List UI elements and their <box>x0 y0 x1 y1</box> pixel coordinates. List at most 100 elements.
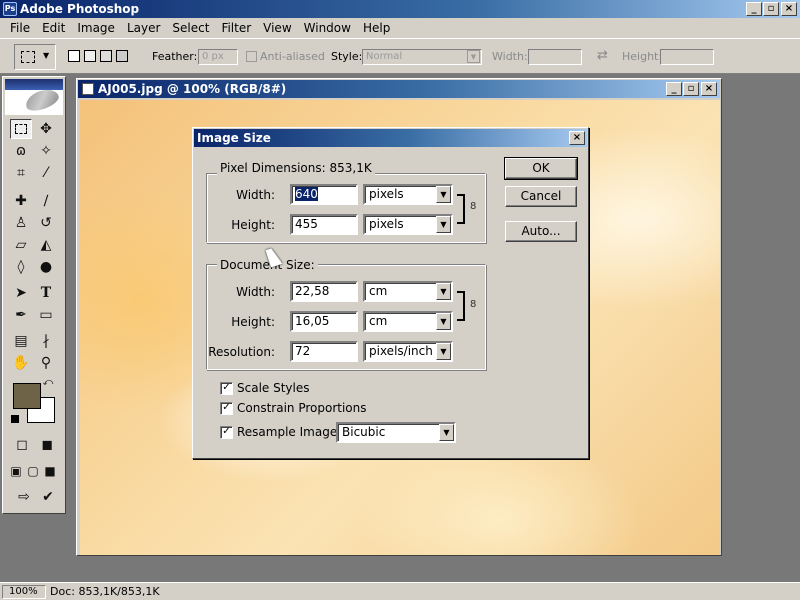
burn-tool-icon[interactable]: ● <box>35 257 57 277</box>
menu-edit[interactable]: Edit <box>36 21 71 35</box>
doc-width-input[interactable]: 22,58 <box>290 281 358 302</box>
height-label: Height: <box>622 50 663 63</box>
doc-width-unit: cm <box>369 284 388 298</box>
ok-button[interactable]: OK <box>504 157 578 180</box>
chain-link-icon: 8 <box>470 201 477 212</box>
blur-tool-icon[interactable]: ◊ <box>10 257 32 277</box>
standard-mode-icon[interactable]: ◻ <box>11 435 33 455</box>
feather-logo-icon <box>22 85 62 115</box>
menu-window[interactable]: Window <box>298 21 357 35</box>
doc-height-value: 16,05 <box>295 314 330 328</box>
quick-mask-mode-icon[interactable]: ◼ <box>36 435 58 455</box>
doc-height-unit: cm <box>369 314 388 328</box>
notes-tool-icon[interactable]: ▤ <box>10 331 32 351</box>
resolution-unit-select[interactable]: pixels/inch ▼ <box>363 341 453 362</box>
tool-preset-picker[interactable]: ▼ <box>14 44 56 70</box>
resolution-input[interactable]: 72 <box>290 341 358 362</box>
scale-styles-checkbox[interactable]: ✓ <box>220 382 233 395</box>
menu-help[interactable]: Help <box>357 21 396 35</box>
jump-to-imageready-icon[interactable]: ⇨ <box>11 487 37 507</box>
chevron-down-icon: ▼ <box>436 186 451 203</box>
menu-view[interactable]: View <box>257 21 297 35</box>
close-button[interactable]: × <box>781 2 797 16</box>
width-input[interactable] <box>528 49 582 65</box>
swap-arrows-icon[interactable]: ⇄ <box>597 48 608 63</box>
path-selection-tool-icon[interactable]: ➤ <box>10 283 32 303</box>
doc-close-button[interactable]: × <box>701 82 717 96</box>
clone-stamp-tool-icon[interactable]: ♙ <box>10 213 32 233</box>
brush-tool-icon[interactable]: ∕ <box>35 191 57 211</box>
resample-method-value: Bicubic <box>342 425 386 439</box>
scale-styles-label: Scale Styles <box>237 381 310 395</box>
resample-image-checkbox[interactable]: ✓ <box>220 426 233 439</box>
doc-minimize-button[interactable]: _ <box>666 82 682 96</box>
resolution-label: Resolution: <box>208 345 275 359</box>
doc-height-label: Height: <box>231 315 275 329</box>
pen-tool-icon[interactable]: ✒ <box>10 305 32 325</box>
status-bar: 100% Doc: 853,1K/853,1K <box>0 582 800 600</box>
app-title: Adobe Photoshop <box>20 2 140 16</box>
magic-wand-tool-icon[interactable]: ✧ <box>35 141 57 161</box>
style-label: Style: <box>331 50 363 63</box>
pixel-width-unit-select[interactable]: pixels ▼ <box>363 184 453 205</box>
restore-button[interactable]: ▫ <box>763 2 779 16</box>
dialog-close-button[interactable]: × <box>569 131 585 145</box>
height-input[interactable] <box>660 49 714 65</box>
lasso-tool-icon[interactable]: ɷ <box>10 141 32 161</box>
crop-tool-icon[interactable]: ⌗ <box>10 163 32 183</box>
move-tool-icon[interactable]: ✥ <box>35 119 57 139</box>
edit-in-imageready-icon[interactable]: ✔ <box>37 487 59 507</box>
pixel-width-value: 640 <box>295 187 318 201</box>
menu-select[interactable]: Select <box>166 21 215 35</box>
options-bar: ▼ Feather: 0 px Anti-aliased Style: Norm… <box>0 38 800 74</box>
doc-height-unit-select[interactable]: cm ▼ <box>363 311 453 332</box>
subtract-from-selection-icon[interactable] <box>100 50 112 62</box>
doc-height-input[interactable]: 16,05 <box>290 311 358 332</box>
zoom-tool-icon[interactable]: ⚲ <box>35 353 57 373</box>
pixel-height-label: Height: <box>231 218 275 232</box>
feather-input[interactable]: 0 px <box>198 49 238 65</box>
menu-filter[interactable]: Filter <box>215 21 257 35</box>
rectangle-tool-icon[interactable]: ▭ <box>35 305 57 325</box>
healing-brush-tool-icon[interactable]: ✚ <box>10 191 32 211</box>
chevron-down-icon: ▼ <box>43 51 50 60</box>
resample-image-label: Resample Image: <box>237 425 342 439</box>
pixel-width-unit: pixels <box>369 187 404 201</box>
doc-maximize-button[interactable]: ▫ <box>683 82 699 96</box>
eraser-tool-icon[interactable]: ▱ <box>10 235 32 255</box>
pixel-height-input[interactable]: 455 <box>290 214 358 235</box>
menu-layer[interactable]: Layer <box>121 21 166 35</box>
constrain-proportions-checkbox[interactable]: ✓ <box>220 402 233 415</box>
doc-width-unit-select[interactable]: cm ▼ <box>363 281 453 302</box>
document-title: AJ005.jpg @ 100% (RGB/8#) <box>98 82 287 96</box>
style-select[interactable]: Normal ▼ <box>362 49 482 65</box>
eyedropper-tool-icon[interactable]: ∤ <box>35 331 57 351</box>
pixel-width-label: Width: <box>236 188 275 202</box>
pixel-height-unit-select[interactable]: pixels ▼ <box>363 214 453 235</box>
add-to-selection-icon[interactable] <box>84 50 96 62</box>
paint-bucket-tool-icon[interactable]: ◭ <box>35 235 57 255</box>
menu-image[interactable]: Image <box>71 21 121 35</box>
history-brush-tool-icon[interactable]: ↺ <box>35 213 57 233</box>
type-tool-icon[interactable]: T <box>35 283 57 303</box>
menu-file[interactable]: File <box>4 21 36 35</box>
slice-tool-icon[interactable]: ⁄ <box>35 163 57 183</box>
anti-aliased-checkbox[interactable] <box>246 51 257 62</box>
screen-mode-full-menu-icon[interactable]: ▢ <box>25 461 41 481</box>
cancel-button[interactable]: Cancel <box>505 186 577 207</box>
rect-marquee-tool-icon[interactable] <box>10 119 32 139</box>
default-colors-icon[interactable] <box>11 415 19 423</box>
screen-mode-full-icon[interactable]: ■ <box>42 461 58 481</box>
screen-mode-standard-icon[interactable]: ▣ <box>8 461 24 481</box>
auto-button[interactable]: Auto... <box>505 221 577 242</box>
zoom-level[interactable]: 100% <box>2 585 46 599</box>
minimize-button[interactable]: _ <box>746 2 762 16</box>
resample-method-select[interactable]: Bicubic ▼ <box>336 422 456 443</box>
toolbox-header <box>5 79 63 115</box>
intersect-selection-icon[interactable] <box>116 50 128 62</box>
hand-tool-icon[interactable]: ✋ <box>10 353 32 373</box>
pixel-width-input[interactable]: 640 <box>290 184 358 205</box>
swap-colors-icon[interactable]: ⤺ <box>41 377 55 389</box>
foreground-color-swatch[interactable] <box>13 383 41 409</box>
new-selection-icon[interactable] <box>68 50 80 62</box>
